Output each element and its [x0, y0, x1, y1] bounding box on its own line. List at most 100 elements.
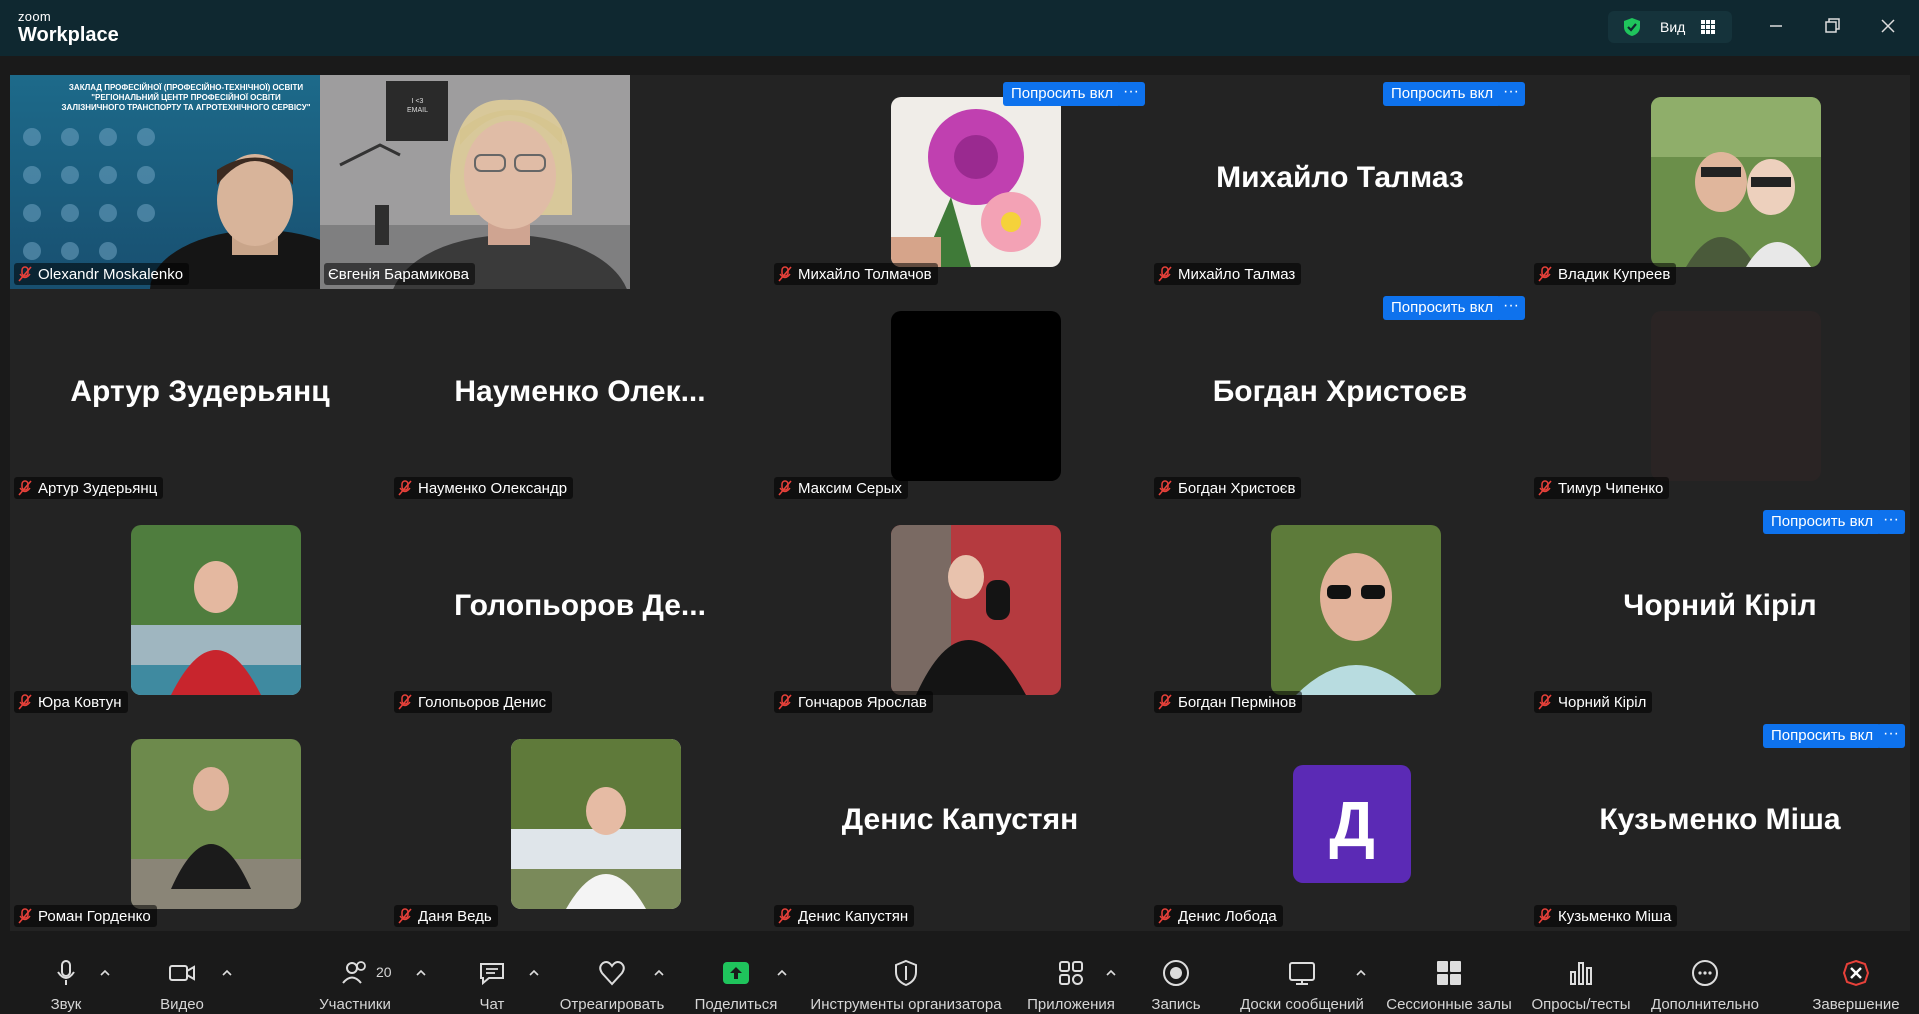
chevron-up-icon	[1106, 969, 1116, 976]
participant-tile[interactable]: Чорний Кіріл Чорний Кіріл	[1530, 503, 1910, 717]
record-button[interactable]: Запись	[1146, 944, 1206, 1014]
participant-nametag: Гончаров Ярослав	[774, 691, 933, 713]
participant-name: Юра Ковтун	[38, 693, 122, 711]
mic-muted-icon	[398, 908, 412, 924]
whiteboards-options-caret[interactable]	[1354, 966, 1368, 980]
participant-tile[interactable]: Богдан Христоєв Богдан Христоєв	[1150, 289, 1530, 503]
participant-tile[interactable]: Богдан Пермінов	[1150, 503, 1530, 717]
participant-tile[interactable]: Максим Серых	[770, 289, 1150, 503]
share-options-caret[interactable]	[775, 966, 789, 980]
letter-board: I <3 EMAIL	[390, 97, 445, 115]
banner-line: "РЕГІОНАЛЬНИЙ ЦЕНТР ПРОФЕСІЙНОЇ ОСВІТИ	[91, 93, 281, 102]
mic-muted-icon	[1538, 908, 1552, 924]
ask-to-unmute-button[interactable]: Попросить вкл	[1003, 82, 1122, 106]
mic-muted-icon	[1538, 694, 1552, 710]
minimize-button[interactable]	[1764, 14, 1788, 38]
participant-nametag: Денис Капустян	[774, 905, 915, 927]
chevron-up-icon	[100, 969, 110, 976]
participant-nametag: Максим Серых	[774, 477, 908, 499]
participant-tile[interactable]: Артур Зудерьянц Артур Зудерьянц	[10, 289, 390, 503]
participant-tile[interactable]: Денис Капустян Денис Капустян	[770, 717, 1150, 931]
mic-muted-icon	[778, 480, 792, 496]
audio-options-caret[interactable]	[98, 966, 112, 980]
more-button[interactable]: Дополнительно	[1646, 944, 1764, 1014]
polls-button[interactable]: Опросы/тесты	[1526, 944, 1636, 1014]
participant-tile[interactable]: Даня Ведь	[390, 717, 770, 931]
tile-more-options-button[interactable]: ···	[1497, 296, 1525, 320]
chevron-up-icon	[222, 969, 232, 976]
react-label: Отреагировать	[559, 996, 665, 1013]
banner-line: ЗАКЛАД ПРОФЕСІЙНОЇ (ПРОФЕСІЙНО-ТЕХНІЧНОЇ…	[68, 83, 304, 92]
view-button[interactable]: Вид	[1608, 11, 1732, 43]
participant-tile[interactable]: Юра Ковтун	[10, 503, 390, 717]
participant-name: Тимур Чипенко	[1558, 479, 1664, 497]
react-options-caret[interactable]	[652, 966, 666, 980]
host-tools-button[interactable]: Инструменты организатора	[806, 944, 1006, 1014]
apps-options-caret[interactable]	[1104, 966, 1118, 980]
participant-display-name: Михайло Талмаз	[1216, 161, 1464, 194]
tile-more-options-button[interactable]: ···	[1877, 724, 1905, 748]
tile-more-options-button[interactable]: ···	[1877, 510, 1905, 534]
ask-to-unmute-button[interactable]: Попросить вкл	[1383, 296, 1502, 320]
breakout-rooms-button[interactable]: Сессионные залы	[1376, 944, 1522, 1014]
participant-tile[interactable]: Науменко Олек... Науменко Олександр	[390, 289, 770, 503]
participants-options-caret[interactable]	[414, 966, 428, 980]
mic-muted-icon	[1158, 480, 1172, 496]
participant-tile[interactable]: Михайло Талмаз Михайло Талмаз	[1150, 75, 1530, 289]
end-meeting-button[interactable]: Завершение	[1804, 944, 1908, 1014]
close-window-button[interactable]	[1876, 14, 1900, 38]
participants-label: Участники	[319, 996, 391, 1013]
minimize-icon	[1770, 25, 1782, 27]
participant-tile[interactable]: Роман Горденко	[10, 717, 390, 931]
more-dots-icon	[1690, 958, 1720, 988]
restore-button[interactable]	[1820, 14, 1844, 38]
participant-name: Кузьменко Міша	[1558, 907, 1672, 925]
host-tools-label: Инструменты организатора	[810, 996, 1002, 1013]
ask-to-unmute-button[interactable]: Попросить вкл	[1763, 724, 1882, 748]
end-meeting-icon	[1841, 958, 1871, 988]
video-button[interactable]: Видео	[152, 944, 212, 1014]
ask-to-unmute-button[interactable]: Попросить вкл	[1763, 510, 1882, 534]
microphone-icon	[51, 958, 81, 988]
participant-tile[interactable]: Тимур Чипенко	[1530, 289, 1910, 503]
ask-to-unmute-button[interactable]: Попросить вкл	[1383, 82, 1502, 106]
chat-options-caret[interactable]	[527, 966, 541, 980]
sitting-photo-icon	[131, 739, 301, 909]
participant-name: Михайло Талмаз	[1178, 265, 1296, 283]
participant-name: Гончаров Ярослав	[798, 693, 927, 711]
mic-muted-icon	[1158, 908, 1172, 924]
mic-muted-icon	[1538, 480, 1552, 496]
meeting-toolbar: Звук Видео Участники 20 Чат Отреагироват…	[0, 944, 1919, 1014]
video-options-caret[interactable]	[220, 966, 234, 980]
participant-tile[interactable]: Владик Купреев	[1530, 75, 1910, 289]
whiteboards-button[interactable]: Доски сообщений	[1234, 944, 1370, 1014]
participant-name: Богдан Пермінов	[1178, 693, 1297, 711]
participant-tile-active-speaker[interactable]: I <3 EMAIL Євгенія Барамикова	[320, 75, 630, 289]
participant-name: Максим Серых	[798, 479, 902, 497]
tile-more-options-button[interactable]: ···	[1117, 82, 1145, 106]
mic-muted-icon	[1538, 266, 1552, 282]
title-bar: zoom Workplace Вид	[0, 0, 1919, 56]
tile-more-options-button[interactable]: ···	[1497, 82, 1525, 106]
participant-tile[interactable]: Кузьменко Міша Кузьменко Міша	[1530, 717, 1910, 931]
share-screen-button[interactable]: Поделиться	[686, 944, 786, 1014]
audio-button[interactable]: Звук	[36, 944, 96, 1014]
participant-name: Olexandr Moskalenko	[38, 265, 184, 283]
school-banner: ЗАКЛАД ПРОФЕСІЙНОЇ (ПРОФЕСІЙНО-ТЕХНІЧНОЇ…	[46, 83, 326, 113]
participant-nametag: Артур Зудерьянц	[14, 477, 164, 499]
chat-button[interactable]: Чат	[462, 944, 522, 1014]
participant-nametag: Євгенія Барамикова	[324, 263, 475, 285]
video-gallery: ЗАКЛАД ПРОФЕСІЙНОЇ (ПРОФЕСІЙНО-ТЕХНІЧНОЇ…	[10, 75, 1910, 931]
apps-label: Приложения	[1027, 996, 1115, 1013]
participant-display-name: Науменко Олек...	[454, 375, 706, 408]
mic-muted-icon	[1158, 266, 1172, 282]
participant-tile[interactable]: Д Денис Лобода	[1150, 717, 1530, 931]
logo-brand-small: zoom	[18, 9, 51, 24]
participant-tile[interactable]: Голопьоров Де... Голопьоров Денис	[390, 503, 770, 717]
participant-display-name: Кузьменко Міша	[1599, 803, 1841, 836]
participant-tile[interactable]: Гончаров Ярослав	[770, 503, 1150, 717]
chat-label: Чат	[479, 996, 505, 1013]
participant-nametag: Чорний Кіріл	[1534, 691, 1653, 713]
mic-muted-icon	[18, 480, 32, 496]
participant-tile[interactable]: Михайло Толмачов	[770, 75, 1150, 289]
